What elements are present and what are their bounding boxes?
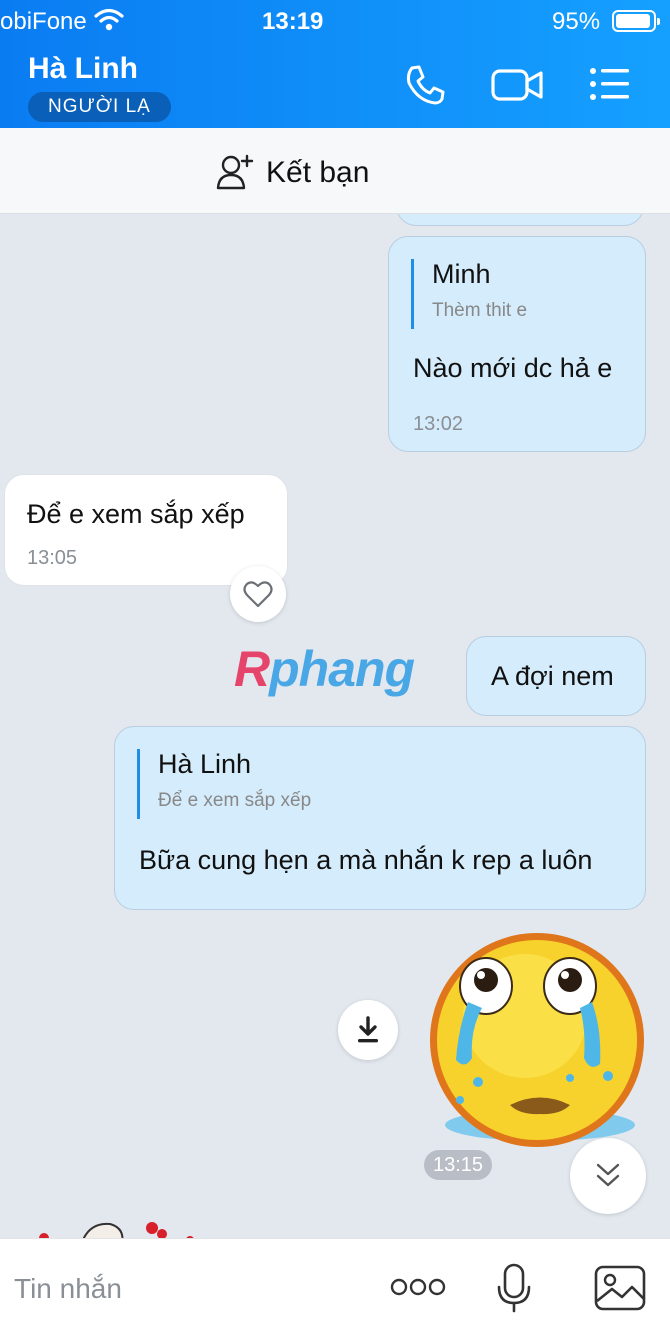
message-bubble[interactable]: Hà Linh Để e xem sắp xếp Bữa cung hẹn a … — [114, 726, 646, 910]
phone-icon[interactable] — [402, 62, 448, 108]
contact-name[interactable]: Hà Linh — [28, 52, 138, 86]
watermark-rest: phang — [269, 641, 415, 697]
battery-percent: 95% — [552, 8, 601, 35]
chevron-double-down-icon — [595, 1162, 621, 1195]
message-text: Nào mới dc hả e — [413, 353, 613, 383]
message-bubble[interactable]: Minh Thèm thit e Nào mới dc hả e 13:02 — [388, 236, 646, 452]
sticker-time: 13:15 — [424, 1150, 492, 1180]
wifi-icon — [94, 8, 124, 39]
quote-text: Thèm thit e — [432, 300, 528, 321]
message-bubble[interactable]: A đợi nem — [466, 636, 646, 716]
quote-author: Hà Linh — [158, 749, 252, 779]
more-options-icon[interactable] — [390, 1273, 446, 1306]
microphone-icon[interactable] — [496, 1263, 532, 1318]
menu-list-icon[interactable] — [586, 62, 632, 108]
battery-icon — [612, 10, 660, 32]
message-input[interactable] — [14, 1269, 354, 1309]
quote-text: Để e xem sắp xếp — [158, 790, 312, 811]
battery-level — [616, 14, 650, 28]
message-text: Để e xem sắp xếp — [27, 499, 245, 529]
message-list[interactable]: Minh Thèm thit e Nào mới dc hả e 13:02 Đ… — [0, 214, 670, 1238]
download-icon — [356, 1016, 380, 1049]
reply-quote[interactable]: Hà Linh Để e xem sắp xếp — [137, 749, 311, 819]
image-icon[interactable] — [594, 1265, 646, 1316]
message-time: 13:02 — [413, 413, 464, 435]
partial-sticker — [30, 1214, 210, 1238]
chat-header: obiFone 13:19 95% Hà Linh NGƯỜI LẠ — [0, 0, 670, 128]
heart-icon — [243, 580, 273, 613]
watermark-first: R — [234, 641, 270, 697]
message-bubble-partial[interactable] — [396, 214, 644, 226]
message-text: A đợi nem — [491, 661, 614, 691]
carrier-name: obiFone — [0, 8, 87, 35]
message-text: Bữa cung hẹn a mà nhắn k rep a luôn — [139, 845, 593, 875]
stranger-badge: NGƯỜI LẠ — [28, 92, 171, 122]
add-friend-label[interactable]: Kết bạn — [266, 156, 369, 190]
crying-face-sticker[interactable] — [420, 930, 650, 1150]
message-time: 13:05 — [27, 547, 78, 569]
add-user-icon[interactable] — [216, 154, 254, 195]
watermark-logo: Rphang — [234, 640, 415, 698]
download-button[interactable] — [338, 1000, 398, 1060]
status-bar: obiFone 13:19 95% — [0, 0, 670, 42]
reply-quote[interactable]: Minh Thèm thit e — [411, 259, 527, 329]
message-input-bar — [0, 1238, 670, 1334]
add-friend-bar[interactable]: Kết bạn — [0, 128, 670, 214]
quote-author: Minh — [432, 259, 491, 289]
video-call-icon[interactable] — [490, 62, 546, 108]
status-time: 13:19 — [262, 8, 324, 35]
heart-reaction-button[interactable] — [230, 566, 286, 622]
scroll-to-bottom-button[interactable] — [570, 1138, 646, 1214]
